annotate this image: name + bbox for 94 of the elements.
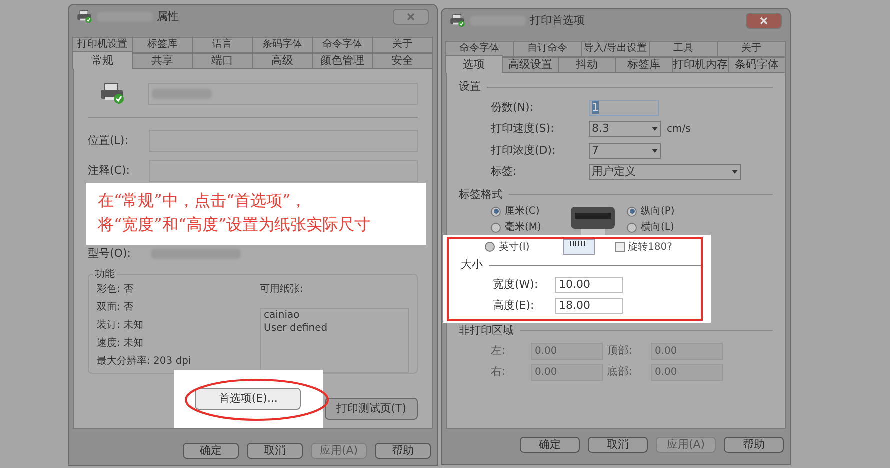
dropdown[interactable]: 7 [589, 142, 661, 159]
copies-field[interactable]: 1 [589, 100, 659, 116]
window-title: 打印首选项 [530, 12, 585, 29]
caret-icon [652, 148, 658, 153]
tab[interactable]: 高级设置 [502, 57, 560, 73]
feature-text: 速度: 未知 [97, 337, 145, 350]
tab[interactable]: 颜色管理 [312, 53, 373, 69]
tab[interactable]: 关于 [717, 41, 786, 57]
field-label: 标签: [491, 164, 518, 180]
field-label: 型号(O): [88, 246, 131, 262]
field-label: 打印速度(S): [491, 121, 556, 137]
tab[interactable]: 条码字体 [252, 37, 313, 53]
field-label: 高度(E): [493, 298, 536, 314]
field-label: 左: [491, 343, 507, 360]
tab[interactable]: 打印机内存 [672, 57, 730, 73]
section-title: 大小 [461, 257, 483, 273]
field-label: 右: [491, 364, 507, 380]
dialog-button[interactable]: 取消 [247, 443, 303, 459]
test-page-button[interactable]: 打印测试页(T) [324, 398, 418, 420]
checkbox[interactable] [615, 242, 625, 252]
caret-icon [652, 127, 658, 132]
tab[interactable]: 共享 [132, 53, 193, 69]
text-field: 0.00 [651, 343, 723, 360]
printer-drawing [569, 205, 617, 235]
field-label: 底部: [607, 364, 634, 380]
radio-label: 英寸(I) [499, 240, 530, 254]
radio-button[interactable] [627, 222, 637, 232]
tab[interactable]: 语言 [192, 37, 253, 53]
tab[interactable]: 标签库 [615, 57, 673, 73]
section-title: 设置 [459, 79, 481, 95]
tab[interactable]: 高级 [252, 53, 313, 69]
text-field: 0.00 [531, 343, 603, 360]
dialog-button[interactable]: 确定 [520, 437, 580, 453]
section-title: 标签格式 [459, 186, 503, 202]
unit-label: cm/s [667, 122, 691, 137]
tab[interactable]: 工具 [649, 41, 718, 57]
radio-label: 横向(L) [641, 221, 674, 234]
printer-icon [100, 83, 126, 105]
tab[interactable]: 标签库 [132, 37, 193, 53]
text-field[interactable] [149, 160, 418, 182]
radio-label: 厘米(C) [505, 205, 540, 218]
tab[interactable]: 常规 [72, 51, 133, 69]
tab[interactable]: 关于 [372, 37, 433, 53]
tab[interactable]: 导入/导出设置 [581, 41, 650, 57]
dialog-button[interactable]: 取消 [588, 437, 648, 453]
printer-icon [77, 10, 93, 24]
feature-text: 装订: 未知 [97, 319, 145, 332]
section-title: 非打印区域 [459, 322, 514, 338]
radio-button[interactable] [485, 242, 495, 252]
field-label: 打印浓度(D): [491, 142, 557, 158]
field-label: 位置(L): [88, 132, 130, 149]
close-icon [407, 13, 415, 21]
tab[interactable]: 自订命令 [513, 41, 582, 57]
dialog-button[interactable]: 确定 [183, 443, 239, 459]
field-label: 宽度(W): [493, 276, 540, 292]
radio-button[interactable] [491, 206, 501, 216]
field-label: 份数(N): [491, 100, 535, 116]
tab[interactable]: 安全 [372, 53, 433, 69]
tab[interactable]: 抖动 [558, 57, 616, 73]
text-field[interactable]: 18.00 [555, 298, 623, 314]
caret-icon [732, 170, 738, 174]
text-field: 0.00 [651, 364, 723, 381]
close-button[interactable] [393, 9, 429, 25]
label-paper-icon [563, 239, 595, 255]
text-field: 0.00 [531, 364, 603, 381]
window-title: 属性 [157, 8, 179, 25]
list-item[interactable]: cainiao [264, 309, 405, 322]
feature-text: 最大分辨率: 203 dpi [97, 355, 192, 368]
field-label: 顶部: [607, 343, 634, 360]
tab[interactable]: 命令字体 [312, 37, 373, 53]
list-item[interactable]: User defined [264, 322, 405, 335]
feature-text: 双面: 否 [97, 301, 135, 314]
field-label: 注释(C): [88, 162, 131, 179]
preferences-button[interactable]: 首选项(E)... [195, 388, 302, 410]
dialog-button[interactable]: 帮助 [724, 437, 784, 453]
instruction-text: 将“宽度”和“高度”设置为纸张实际尺寸 [98, 214, 372, 236]
printer-icon [450, 14, 466, 28]
tab[interactable]: 选项 [445, 55, 503, 73]
radio-label: 毫米(M) [505, 221, 542, 234]
radio-label: 纵向(P) [641, 205, 675, 218]
dropdown[interactable]: 用户定义 [589, 164, 741, 180]
feature-text: 彩色: 否 [97, 283, 135, 296]
close-icon [760, 17, 768, 25]
dropdown[interactable]: 8.3 [589, 121, 661, 138]
instruction-text: 在“常规”中，点击“首选项”， [98, 190, 308, 212]
radio-button[interactable] [491, 222, 501, 232]
text-field[interactable]: 10.00 [555, 276, 623, 293]
tab[interactable]: 条码字体 [728, 57, 786, 73]
checkbox-label: 旋转180? [628, 240, 672, 254]
paper-label: 可用纸张: [260, 283, 304, 296]
dialog-button[interactable]: 帮助 [375, 443, 431, 459]
close-button[interactable] [746, 13, 782, 29]
tab[interactable]: 端口 [192, 53, 253, 69]
radio-button[interactable] [627, 206, 637, 216]
